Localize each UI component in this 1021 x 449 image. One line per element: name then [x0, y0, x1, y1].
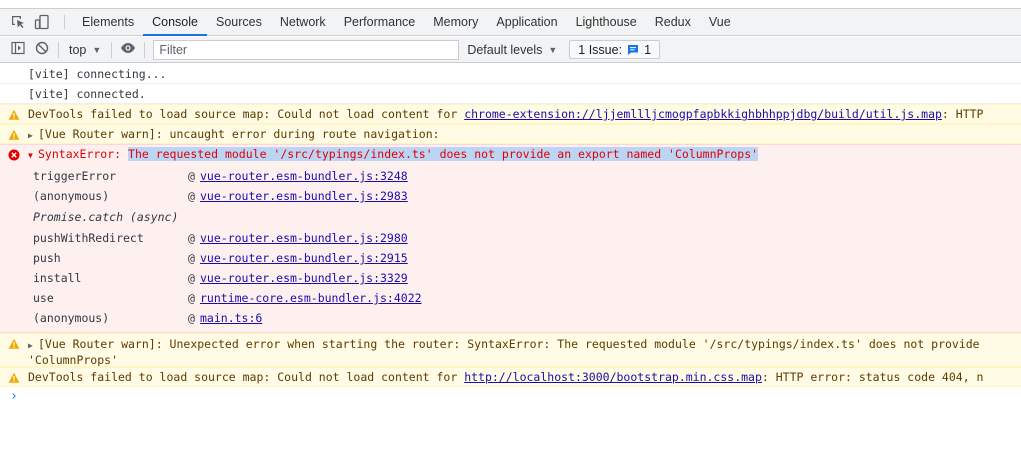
stack-frame: install @ vue-router.esm-bundler.js:3329: [0, 268, 1021, 288]
live-expression-button[interactable]: [116, 38, 140, 62]
warning-icon: [8, 129, 20, 140]
message-text-continued: 'ColumnProps': [28, 353, 119, 367]
console-error-message[interactable]: ▼ SyntaxError: The requested module '/src…: [0, 144, 1021, 164]
at-sign: @: [188, 291, 195, 305]
console-log-message: [vite] connected.: [0, 84, 1021, 104]
stack-function: install: [33, 271, 82, 285]
tab-list: Elements Console Sources Network Perform…: [65, 9, 740, 36]
at-sign: @: [188, 271, 195, 285]
chevron-down-icon: ▼: [92, 44, 102, 55]
at-sign: @: [188, 189, 195, 203]
stack-source-link[interactable]: runtime-core.esm-bundler.js:4022: [200, 288, 422, 308]
tab-lighthouse[interactable]: Lighthouse: [567, 9, 646, 35]
context-selector[interactable]: top ▼: [63, 43, 107, 57]
message-text: DevTools failed to load source map: Coul…: [28, 107, 465, 121]
stack-frame: (anonymous) @ vue-router.esm-bundler.js:…: [0, 186, 1021, 206]
stack-function: triggerError: [33, 169, 117, 183]
collapse-triangle-icon[interactable]: ▼: [28, 147, 38, 164]
stack-frame: (anonymous) @ main.ts:6: [0, 308, 1021, 328]
message-text: [Vue Router warn]: Unexpected error when…: [38, 337, 980, 351]
stack-source-link[interactable]: vue-router.esm-bundler.js:3248: [200, 166, 408, 186]
source-map-link[interactable]: chrome-extension://ljjemllljcmogpfapbkki…: [464, 107, 942, 121]
stack-frame: triggerError @ vue-router.esm-bundler.js…: [0, 166, 1021, 186]
at-sign: @: [188, 169, 195, 183]
error-icon: [8, 149, 20, 161]
clear-console-icon: [35, 41, 49, 58]
toolbar-separator: [58, 41, 59, 58]
tab-vue[interactable]: Vue: [700, 9, 740, 35]
devtools-tab-bar: Elements Console Sources Network Perform…: [0, 8, 1021, 36]
console-toolbar: top ▼ Default levels ▼ 1 Issue: 1: [0, 37, 1021, 63]
console-warning-message: DevTools failed to load source map: Coul…: [0, 367, 1021, 387]
message-text: : HTTP: [941, 107, 984, 121]
toolbar-separator: [111, 41, 113, 58]
error-stack-trace: triggerError @ vue-router.esm-bundler.js…: [0, 164, 1021, 333]
issues-button[interactable]: 1 Issue: 1: [569, 40, 661, 59]
stack-source-link[interactable]: vue-router.esm-bundler.js:2983: [200, 186, 408, 206]
warning-icon: [8, 338, 20, 349]
at-sign: @: [188, 231, 195, 245]
eye-icon: [120, 42, 136, 57]
at-sign: @: [188, 311, 195, 325]
error-message: The requested module '/src/typings/index…: [128, 147, 759, 161]
console-warning-message: DevTools failed to load source map: Coul…: [0, 104, 1021, 124]
stack-function: use: [33, 291, 54, 305]
stack-source-link[interactable]: vue-router.esm-bundler.js:2915: [200, 248, 408, 268]
issues-count: 1: [644, 42, 652, 57]
context-label: top: [69, 42, 87, 57]
stack-source-link[interactable]: vue-router.esm-bundler.js:3329: [200, 268, 408, 288]
tab-sources[interactable]: Sources: [207, 9, 271, 35]
message-text: [vite] connecting...: [28, 67, 167, 81]
tab-redux[interactable]: Redux: [646, 9, 700, 35]
stack-frame: use @ runtime-core.esm-bundler.js:4022: [0, 288, 1021, 308]
issue-message-icon: [627, 44, 639, 56]
console-prompt[interactable]: ›: [0, 387, 1021, 407]
stack-function: (anonymous): [33, 189, 110, 203]
sidebar-toggle-button[interactable]: [6, 38, 30, 62]
at-sign: @: [188, 251, 195, 265]
sidebar-toggle-icon: [11, 41, 25, 58]
log-levels-dropdown[interactable]: Default levels ▼: [467, 43, 557, 57]
clear-console-button[interactable]: [30, 38, 54, 62]
tab-network[interactable]: Network: [271, 9, 335, 35]
device-toggle-icon[interactable]: [34, 14, 50, 30]
stack-function: push: [33, 251, 61, 265]
toolbar-separator: [144, 41, 146, 58]
message-text: [vite] connected.: [28, 87, 146, 101]
stack-source-link[interactable]: vue-router.esm-bundler.js:2980: [200, 228, 408, 248]
stack-frame: pushWithRedirect @ vue-router.esm-bundle…: [0, 228, 1021, 248]
warning-icon: [8, 109, 20, 120]
stack-function: pushWithRedirect: [33, 231, 144, 245]
prompt-chevron-icon: ›: [10, 389, 18, 404]
stack-source-link[interactable]: main.ts:6: [200, 308, 262, 328]
tab-application[interactable]: Application: [487, 9, 566, 35]
inspect-element-icon[interactable]: [10, 14, 26, 30]
console-log-message: [vite] connecting...: [0, 64, 1021, 84]
expand-triangle-icon[interactable]: ▶: [28, 127, 38, 143]
tab-performance[interactable]: Performance: [335, 9, 425, 35]
console-warning-message[interactable]: ▶ [Vue Router warn]: uncaught error durin…: [0, 124, 1021, 144]
filter-input[interactable]: [153, 39, 460, 60]
expand-triangle-icon[interactable]: ▶: [28, 339, 38, 353]
stack-frame: push @ vue-router.esm-bundler.js:2915: [0, 248, 1021, 268]
warning-icon: [8, 372, 20, 383]
log-levels-label: Default levels: [467, 42, 543, 57]
source-map-link[interactable]: http://localhost:3000/bootstrap.min.css.…: [464, 370, 762, 384]
async-boundary-label: Promise.catch (async): [33, 210, 179, 224]
tab-elements[interactable]: Elements: [73, 9, 143, 35]
message-text: [Vue Router warn]: uncaught error during…: [38, 127, 440, 141]
issues-label: 1 Issue:: [578, 42, 623, 57]
console-messages: [vite] connecting... [vite] connected. D…: [0, 64, 1021, 449]
tab-bar-tools: [0, 9, 64, 35]
error-type: SyntaxError:: [38, 147, 129, 161]
tab-memory[interactable]: Memory: [424, 9, 487, 35]
tab-console[interactable]: Console: [143, 9, 207, 36]
message-text: : HTTP error: status code 404, n: [761, 370, 984, 384]
console-warning-message[interactable]: ▶ [Vue Router warn]: Unexpected error whe…: [0, 333, 1021, 367]
chevron-down-icon: ▼: [548, 44, 558, 55]
stack-function: (anonymous): [33, 311, 110, 325]
message-text: DevTools failed to load source map: Coul…: [28, 370, 465, 384]
